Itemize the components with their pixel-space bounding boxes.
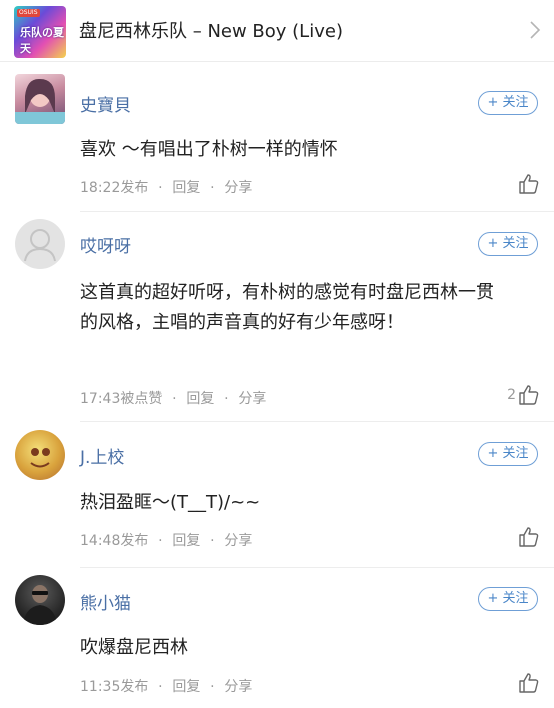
comment-meta: 11:35发布 · 回复 · 分享 (80, 676, 252, 696)
reply-button[interactable]: 回复 (172, 676, 200, 696)
comment-username[interactable]: 史寶貝 (80, 91, 131, 116)
follow-button[interactable]: + 关注 (478, 91, 538, 115)
avatar[interactable] (15, 219, 65, 269)
comment-username[interactable]: 哎呀呀 (80, 232, 131, 257)
thumbs-up-icon (519, 174, 539, 194)
album-cover: OSUIS 乐队の夏天 (14, 6, 66, 58)
share-button[interactable]: 分享 (224, 177, 252, 197)
thumbs-up-icon (519, 673, 539, 693)
comment-meta: 18:22发布 · 回复 · 分享 (80, 177, 252, 197)
comment-text: 热泪盈眶～(T__T)/~~ (80, 492, 261, 513)
follow-button[interactable]: + 关注 (478, 232, 538, 256)
comment-time: 18:22发布 (80, 180, 149, 196)
comment-text: 这首真的超好听呀，有朴树的感觉有时盘尼西林一贯的风格，主唱的声音真的好有少年感呀… (80, 282, 494, 333)
comment-item: 哎呀呀 + 关注 这首真的超好听呀，有朴树的感觉有时盘尼西林一贯的风格，主唱的声… (0, 212, 554, 422)
follow-button[interactable]: + 关注 (478, 442, 538, 466)
like-count: 2 (507, 387, 516, 403)
reply-button[interactable]: 回复 (172, 530, 200, 550)
avatar[interactable] (15, 575, 65, 625)
follow-button[interactable]: + 关注 (478, 587, 538, 611)
comment-item: 熊小猫 + 关注 吹爆盘尼西林 11:35发布 · 回复 · 分享 (0, 568, 554, 708)
song-title: 盘尼西林乐队 – New Boy (Live) (79, 21, 343, 42)
song-header[interactable]: OSUIS 乐队の夏天 盘尼西林乐队 – New Boy (Live) (0, 0, 554, 62)
comment-username[interactable]: J.上校 (80, 443, 124, 468)
like-button[interactable]: 2 (500, 384, 540, 408)
thumbs-up-icon (519, 527, 539, 547)
like-button[interactable] (500, 173, 540, 197)
comment-time: 17:43被点赞 (80, 391, 163, 407)
comment-time: 11:35发布 (80, 679, 149, 695)
comment-item: J.上校 + 关注 热泪盈眶～(T__T)/~~ 14:48发布 · 回复 · 分享 (0, 422, 554, 568)
comment-text: 喜欢 ～有唱出了朴树一样的情怀 (80, 139, 338, 160)
reply-button[interactable]: 回复 (172, 177, 200, 197)
comment-text: 吹爆盘尼西林 (80, 637, 188, 658)
share-button[interactable]: 分享 (224, 530, 252, 550)
share-button[interactable]: 分享 (224, 676, 252, 696)
comment-meta: 17:43被点赞 · 回复 · 分享 (80, 388, 266, 408)
comment-username[interactable]: 熊小猫 (80, 589, 131, 614)
thumbs-up-icon (519, 385, 539, 405)
like-button[interactable] (500, 672, 540, 696)
reply-button[interactable]: 回复 (186, 388, 214, 408)
avatar[interactable] (15, 74, 65, 124)
comment-meta: 14:48发布 · 回复 · 分享 (80, 530, 252, 550)
share-button[interactable]: 分享 (238, 388, 266, 408)
comment-item: 史寶貝 + 关注 喜欢 ～有唱出了朴树一样的情怀 18:22发布 · 回复 · 分享 (0, 62, 554, 212)
like-button[interactable] (500, 526, 540, 550)
comment-time: 14:48发布 (80, 533, 149, 549)
avatar[interactable] (15, 430, 65, 480)
cover-badge: OSUIS (17, 9, 40, 17)
chevron-right-icon[interactable] (525, 18, 545, 42)
cover-text: 乐队の夏天 (20, 26, 64, 55)
